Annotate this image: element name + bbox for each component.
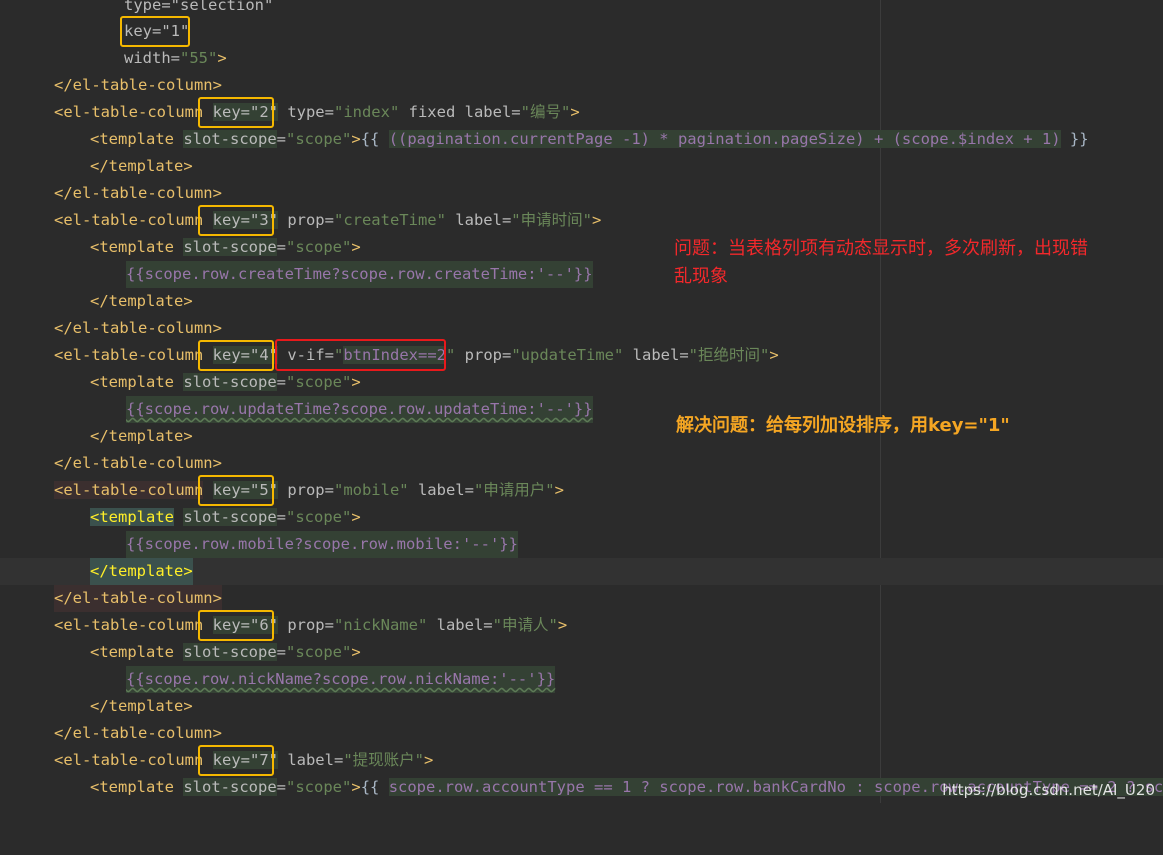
code-line: </el-table-column> xyxy=(0,72,1163,99)
key-highlight-box xyxy=(120,16,190,47)
current-code-line: </template> xyxy=(0,558,1163,585)
code-line: {{scope.row.mobile?scope.row.mobile:'--'… xyxy=(0,531,1163,558)
attr-text: width= xyxy=(124,49,180,67)
key-highlight-box xyxy=(198,97,274,128)
code-line: <el-table-column key="3" prop="createTim… xyxy=(54,211,602,229)
problem-note: 问题：当表格列项有动态显示时，多次刷新，出现错 xyxy=(674,238,1088,259)
key-highlight-box xyxy=(198,340,274,371)
code-editor[interactable]: type="selection" key="1" width="55"> </e… xyxy=(0,0,1163,803)
tag-text: </el-table-column> xyxy=(54,76,222,94)
tag-text: <el-table-column xyxy=(54,103,204,121)
code-line: </template> xyxy=(90,157,193,175)
code-line: </el-table-column> xyxy=(54,319,222,337)
code-line: </el-table-column> xyxy=(54,184,222,202)
code-line: {{scope.row.nickName?scope.row.nickName:… xyxy=(0,666,1163,693)
code-line: <template slot-scope="scope"> xyxy=(90,373,361,391)
code-line: width="55"> xyxy=(0,45,1163,72)
code-line: </el-table-column> xyxy=(54,454,222,472)
key-highlight-box xyxy=(198,205,274,236)
watermark: https://blog.csdn.net/AI_U20 xyxy=(942,781,1155,799)
key-highlight-box xyxy=(198,475,274,506)
code-line: <template slot-scope="scope"> xyxy=(90,508,361,526)
code-line: </el-table-column> xyxy=(0,585,1163,612)
code-line: <el-table-column key="6" prop="nickName"… xyxy=(54,616,568,634)
solution-note: 解决问题：给每列加设排序，用key="1" xyxy=(676,415,1010,436)
code-line: <template slot-scope="scope">{{ ((pagina… xyxy=(90,130,1089,148)
code-line: </template> xyxy=(90,292,193,310)
code-line: <template slot-scope="scope"> xyxy=(90,643,361,661)
code-line: <el-table-column key="5" prop="mobile" l… xyxy=(54,481,564,499)
v-if-highlight-box xyxy=(275,339,446,371)
tag-text: > xyxy=(217,49,227,67)
key-highlight-box xyxy=(198,745,274,776)
code-line: {{scope.row.createTime?scope.row.createT… xyxy=(0,261,1163,288)
code-line: </template> xyxy=(90,697,193,715)
code-line: <el-table-column key="4" v-if="btnIndex=… xyxy=(54,346,779,364)
string-text: "55" xyxy=(180,49,218,67)
problem-note-cont: 乱现象 xyxy=(674,266,728,287)
code-line: <el-table-column key="7" label="提现账户"> xyxy=(54,751,434,769)
code-line: </el-table-column> xyxy=(54,724,222,742)
code-line: <el-table-column key="2" type="index" fi… xyxy=(54,103,580,121)
key-highlight-box xyxy=(198,610,274,641)
